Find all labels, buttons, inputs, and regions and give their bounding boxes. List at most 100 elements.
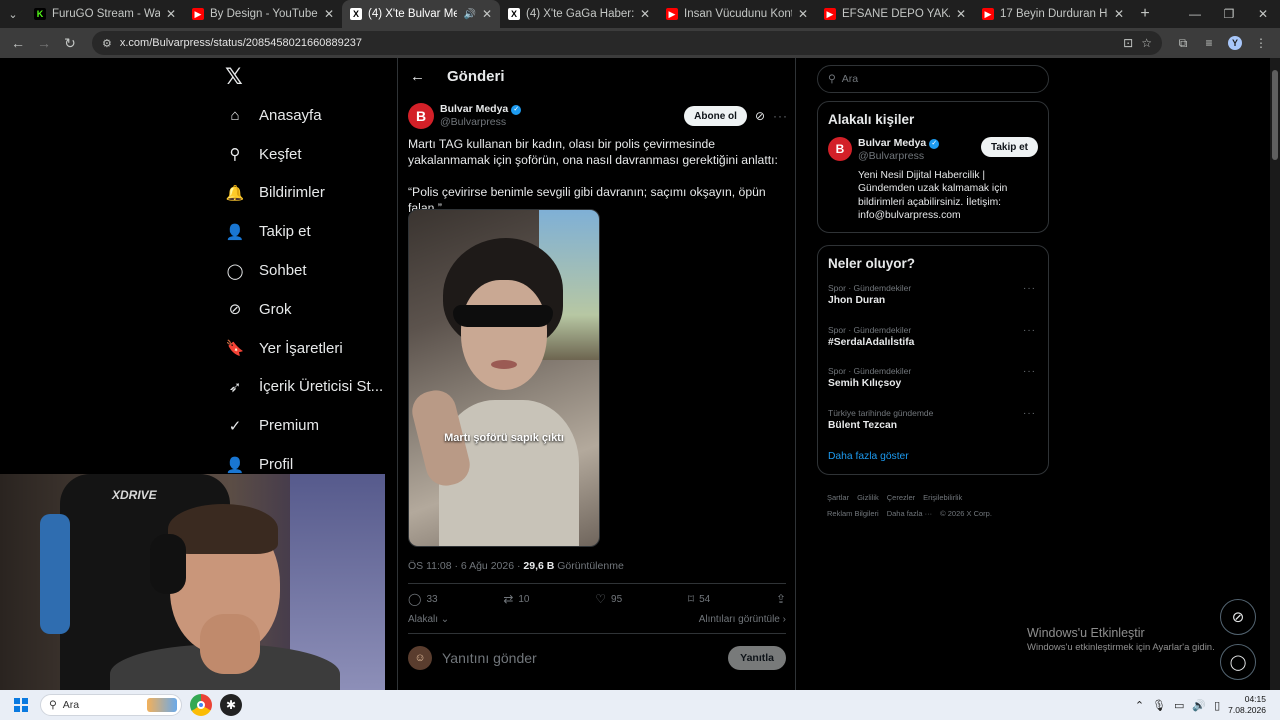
reload-icon[interactable]: ↻ (58, 31, 82, 55)
browser-tab[interactable]: ▶ 17 Beyin Durduran Hayat Hiles ✕ (974, 0, 1132, 28)
app-taskbar-icon[interactable]: ✱ (220, 694, 242, 716)
grok-explain-icon[interactable]: ⊘ (755, 109, 765, 123)
restore-icon[interactable]: ❐ (1212, 0, 1246, 28)
view-quotes[interactable]: Alıntıları görüntüle › (699, 614, 786, 625)
person-name-row[interactable]: Bulvar Medya ✓ (858, 137, 981, 150)
battery-icon[interactable]: ▯ (1214, 699, 1220, 712)
user-avatar[interactable]: ☺ (408, 646, 432, 670)
taskbar-search[interactable]: ⚲ Ara (40, 694, 182, 716)
tab-close-icon[interactable]: ✕ (166, 7, 176, 21)
sidebar-item-search[interactable]: ⚲ Keşfet (225, 135, 385, 174)
profile-avatar[interactable]: Y (1222, 31, 1248, 55)
share-action[interactable]: ⇪ (776, 592, 786, 606)
post-time[interactable]: ÖS 11:08 · 6 Ağu 2026 · (408, 560, 523, 572)
trend-more-icon[interactable]: ··· (1023, 408, 1036, 419)
volume-icon[interactable]: 🔊 (1192, 699, 1206, 712)
trend-more-icon[interactable]: ··· (1023, 325, 1036, 336)
messages-fab-icon[interactable]: ◯ (1220, 644, 1256, 680)
new-tab-button[interactable]: + (1132, 0, 1158, 28)
tab-close-icon[interactable]: ✕ (956, 7, 966, 21)
author-handle[interactable]: @Bulvarpress (440, 116, 521, 129)
sidebar-item-bookmark[interactable]: 🔖 Yer İşaretleri (225, 329, 385, 368)
tab-close-icon[interactable]: ✕ (798, 7, 808, 21)
post-views-count: 29,6 B (523, 560, 555, 572)
extensions-icon[interactable]: ⧉ (1170, 31, 1196, 55)
footer-link[interactable]: Reklam Bilgileri (827, 509, 879, 518)
bookmark-star-icon[interactable]: ☆ (1141, 36, 1152, 50)
trend-more-icon[interactable]: ··· (1023, 283, 1036, 294)
trend-item[interactable]: Spor · Gündemdekiler Semih Kılıçsoy ··· (818, 360, 1048, 402)
footer-link[interactable]: © 2026 X Corp. (940, 509, 992, 518)
minimize-icon[interactable]: — (1178, 0, 1212, 28)
browser-tab[interactable]: K FuruGO Stream - Watch Live on ✕ (26, 0, 184, 28)
profile-avatar-icon: Y (1228, 36, 1242, 50)
site-info-icon[interactable]: ⚙ (102, 37, 112, 50)
tab-close-icon[interactable]: ✕ (482, 7, 492, 21)
person-card[interactable]: B Bulvar Medya ✓ @Bulvarpress Takip et Ye… (818, 133, 1048, 232)
tab-close-icon[interactable]: ✕ (1114, 7, 1124, 21)
browser-tab[interactable]: ▶ By Design - YouTube ✕ (184, 0, 342, 28)
search-input[interactable]: ⚲ Ara (817, 65, 1049, 93)
footer-link[interactable]: Daha fazla ··· (887, 509, 932, 518)
scrollbar-thumb[interactable] (1272, 70, 1278, 160)
microphone-icon[interactable]: 🎙 (1152, 699, 1166, 712)
follow-button[interactable]: Takip et (980, 137, 1038, 157)
media-control-icon[interactable]: ≡ (1196, 31, 1222, 55)
reply-button[interactable]: Yanıtla (728, 646, 786, 670)
trend-category: Spor · Gündemdekiler (828, 366, 912, 376)
tab-close-icon[interactable]: ✕ (324, 7, 334, 21)
sidebar-item-add-person[interactable]: 👤 Takip et (225, 212, 385, 251)
footer-link[interactable]: Erişilebilirlik (923, 493, 962, 502)
browser-tab[interactable]: ▶ İnsan Vücudunu Kontrol Eden G ✕ (658, 0, 816, 28)
tab-search-icon[interactable]: ⌄ (0, 0, 26, 28)
url-omnibox[interactable]: ⚙ x.com/Bulvarpress/status/2085458021660… (92, 31, 1162, 55)
trend-item[interactable]: Spor · Gündemdekiler Jhon Duran ··· (818, 277, 1048, 319)
back-icon[interactable]: ← (6, 31, 30, 55)
bookmark-action[interactable]: ⌑ 54 (688, 592, 710, 606)
tab-audio-icon[interactable]: 🔊 (463, 9, 475, 20)
show-more-link[interactable]: Daha fazla göster (818, 443, 1048, 474)
footer-link[interactable]: Çerezler (887, 493, 915, 502)
footer-link[interactable]: Gizlilik (857, 493, 879, 502)
sidebar-item-bell[interactable]: 🔔 Bildirimler (225, 174, 385, 213)
tab-close-icon[interactable]: ✕ (640, 7, 650, 21)
sidebar-item-home[interactable]: ⌂ Anasayfa (225, 96, 385, 135)
trend-item[interactable]: Türkiye tarihinde gündemde Bülent Tezcan ·… (818, 402, 1048, 444)
chrome-taskbar-icon[interactable] (190, 694, 212, 716)
person-avatar[interactable]: B (828, 137, 852, 161)
sidebar-item-chat[interactable]: ◯ Sohbet (225, 251, 385, 290)
repost-action[interactable]: ⇄ 10 (503, 592, 529, 606)
tray-chevron-icon[interactable]: ⌃ (1135, 699, 1144, 712)
browser-tab[interactable]: X (4) X'te Bulvar Medya: "Ma 🔊 ✕ (342, 0, 500, 28)
sidebar-item-label: Keşfet (259, 145, 302, 163)
reply-input[interactable]: Yanıtını gönder (442, 650, 728, 666)
grok-fab-icon[interactable]: ⊘ (1220, 599, 1256, 635)
windows-start-icon[interactable] (14, 698, 28, 712)
author-avatar[interactable]: B (408, 103, 434, 129)
relevant-sort[interactable]: Alakalı ⌄ (408, 614, 449, 625)
browser-tab[interactable]: X (4) X'te GaGa Haber: "Niye ünli ✕ (500, 0, 658, 28)
subscribe-button[interactable]: Abone ol (684, 106, 747, 126)
reply-action[interactable]: ◯ 33 (408, 592, 438, 606)
install-app-icon[interactable]: ⊡ (1123, 36, 1133, 50)
forward-icon[interactable]: → (32, 31, 56, 55)
browser-menu-icon[interactable]: ⋮ (1248, 31, 1274, 55)
back-arrow-icon[interactable]: ← (410, 68, 425, 85)
sidebar-item-grok[interactable]: ⊘ Grok (225, 290, 385, 329)
tab-favicon-icon: X (508, 8, 520, 20)
post-video[interactable]: Martı şoförü sapık çıktı (408, 209, 600, 547)
taskbar-clock[interactable]: 04:15 7.08.2026 (1228, 694, 1266, 716)
page-scrollbar[interactable] (1270, 58, 1280, 690)
sidebar-item-premium[interactable]: ✓ Premium (225, 406, 385, 445)
x-logo-icon[interactable]: 𝕏 (225, 66, 247, 88)
browser-tab[interactable]: ▶ EFSANE DEPO YAKALADIK / ST ✕ (816, 0, 974, 28)
footer-link[interactable]: Şartlar (827, 493, 849, 502)
more-options-icon[interactable]: ··· (773, 109, 788, 123)
like-action[interactable]: ♡ 95 (595, 592, 622, 606)
close-window-icon[interactable]: ✕ (1246, 0, 1280, 28)
trend-more-icon[interactable]: ··· (1023, 366, 1036, 377)
trend-item[interactable]: Spor · Gündemdekiler #SerdalAdalıİstifa ··… (818, 319, 1048, 361)
sidebar-item-rocket[interactable]: ➶ İçerik Üreticisi St... (225, 368, 385, 407)
author-name-row[interactable]: Bulvar Medya ✓ (440, 103, 522, 116)
network-icon[interactable]: ▭ (1174, 699, 1184, 712)
